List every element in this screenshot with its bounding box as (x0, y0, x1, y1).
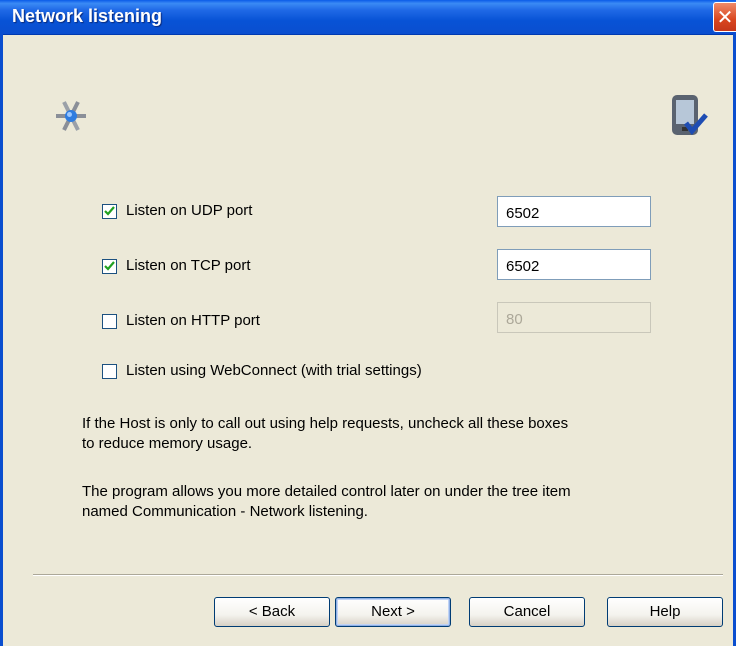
http-label: Listen on HTTP port (126, 312, 260, 329)
udp-label: Listen on UDP port (126, 202, 253, 219)
info-line: named Communication - Network listening. (82, 503, 368, 520)
info-line: The program allows you more detailed con… (82, 483, 571, 500)
webconnect-checkbox[interactable] (102, 364, 117, 379)
checkmark-icon (104, 261, 115, 271)
close-button[interactable]: ✕ (713, 2, 736, 32)
back-button[interactable]: < Back (214, 597, 330, 627)
info-paragraph-1: If the Host is only to call out using he… (82, 414, 682, 454)
checkmark-icon (104, 206, 115, 216)
http-checkbox[interactable] (102, 314, 117, 329)
network-icon (56, 101, 86, 131)
http-port-input (497, 302, 651, 333)
cancel-button[interactable]: Cancel (469, 597, 585, 627)
info-line: If the Host is only to call out using he… (82, 415, 569, 432)
webconnect-label: Listen using WebConnect (with trial sett… (126, 362, 422, 379)
device-check-icon (672, 95, 708, 135)
udp-checkbox[interactable] (102, 204, 117, 219)
tcp-checkbox[interactable] (102, 259, 117, 274)
info-line: to reduce memory usage. (82, 435, 253, 452)
udp-port-input[interactable] (497, 196, 651, 227)
close-icon: ✕ (716, 5, 734, 29)
next-button[interactable]: Next > (335, 597, 451, 627)
help-button[interactable]: Help (607, 597, 723, 627)
divider (33, 574, 723, 576)
tcp-label: Listen on TCP port (126, 257, 251, 274)
tcp-port-input[interactable] (497, 249, 651, 280)
window-frame-left (0, 34, 3, 646)
window-title: Network listening (12, 6, 163, 26)
title-bar: Network listening ✕ (0, 0, 736, 35)
info-paragraph-2: The program allows you more detailed con… (82, 482, 682, 522)
